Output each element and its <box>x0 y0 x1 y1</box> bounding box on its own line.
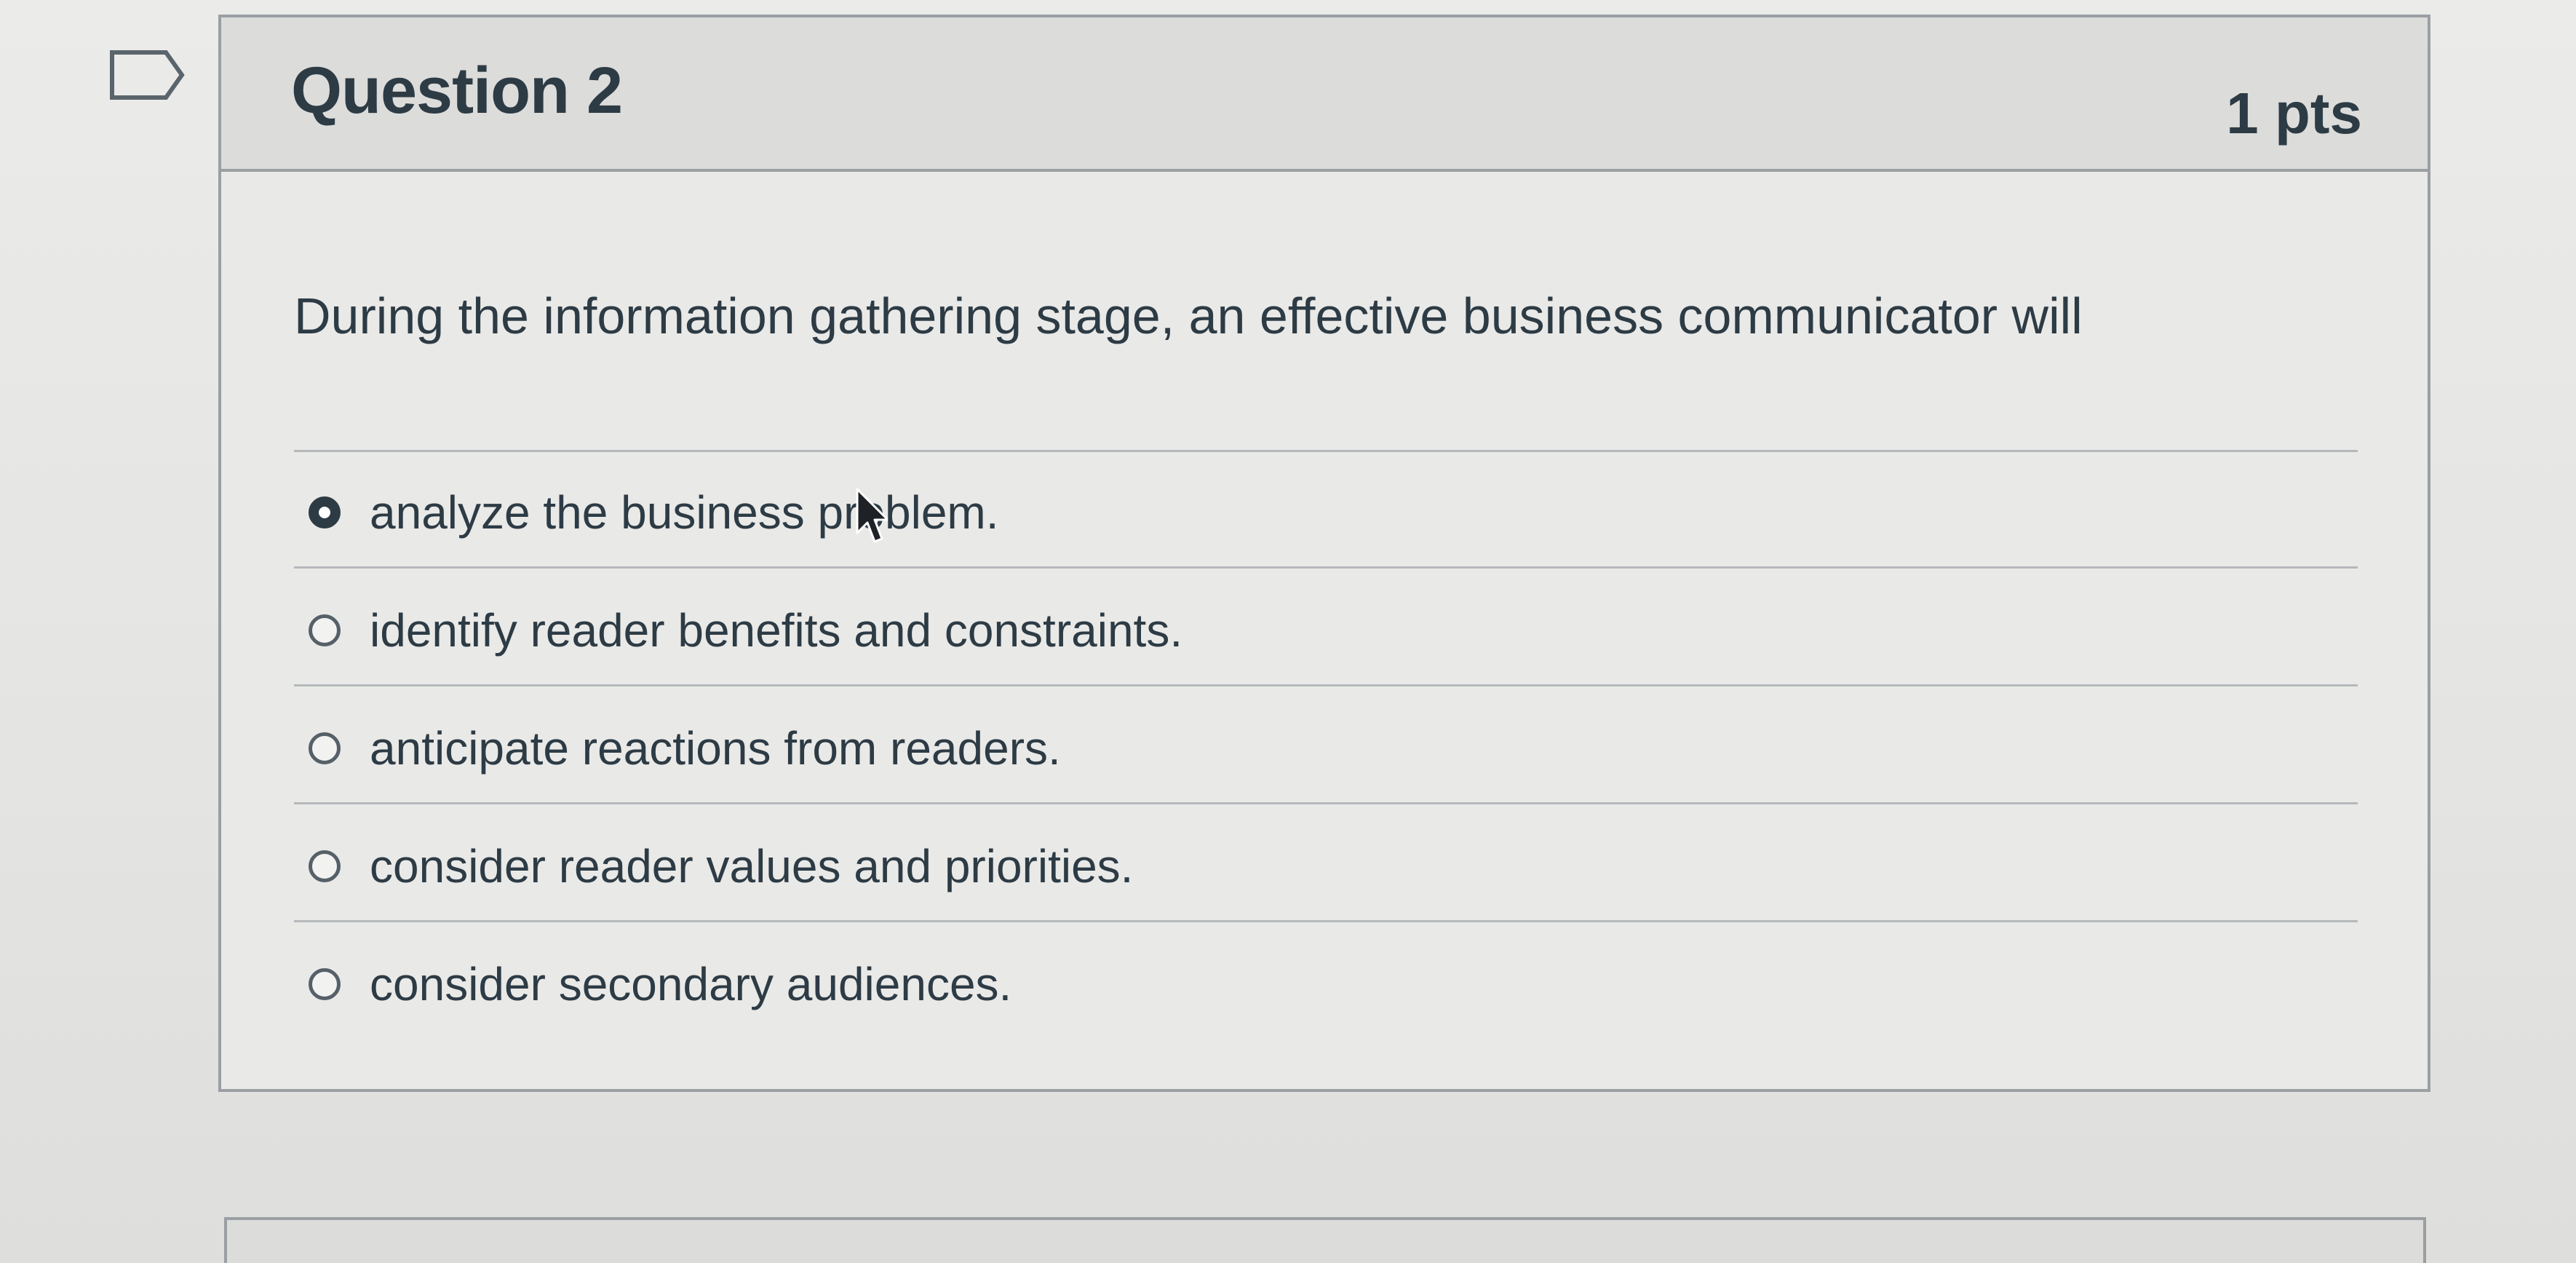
mouse-pointer-icon <box>856 488 888 543</box>
answer-label: analyze the business problem. <box>370 486 999 539</box>
radio-button[interactable] <box>309 732 341 764</box>
answer-label: anticipate reactions from readers. <box>370 722 1061 775</box>
answer-option-2[interactable]: identify reader benefits and constraints… <box>309 594 1182 667</box>
answer-option-4[interactable]: consider reader values and priorities. <box>309 830 1133 903</box>
answer-option-3[interactable]: anticipate reactions from readers. <box>309 712 1061 785</box>
answer-option-5[interactable]: consider secondary audiences. <box>309 948 1011 1021</box>
question-card: Question 2 1 pts During the information … <box>218 15 2430 1092</box>
divider <box>294 920 2358 922</box>
question-title: Question 2 <box>291 55 623 127</box>
radio-button[interactable] <box>309 968 341 1000</box>
answer-label: consider secondary audiences. <box>370 958 1012 1010</box>
radio-button[interactable] <box>309 614 341 646</box>
divider <box>294 684 2358 686</box>
divider <box>294 802 2358 804</box>
answer-label: identify reader benefits and constraints… <box>370 604 1183 657</box>
answer-label: consider reader values and priorities. <box>370 840 1134 892</box>
radio-button-selected[interactable] <box>309 496 341 528</box>
next-question-card <box>224 1217 2426 1263</box>
question-points: 1 pts <box>2226 81 2362 146</box>
radio-button[interactable] <box>309 850 341 882</box>
divider <box>294 566 2358 569</box>
question-text: During the information gathering stage, … <box>294 288 2083 344</box>
quiz-page: Question 2 1 pts During the information … <box>0 0 2576 1263</box>
answer-option-1[interactable]: analyze the business problem. <box>309 476 999 549</box>
divider <box>294 450 2358 452</box>
question-header: Question 2 1 pts <box>221 17 2428 172</box>
flag-outline-icon[interactable] <box>109 50 185 100</box>
question-body: During the information gathering stage, … <box>221 172 2428 1089</box>
